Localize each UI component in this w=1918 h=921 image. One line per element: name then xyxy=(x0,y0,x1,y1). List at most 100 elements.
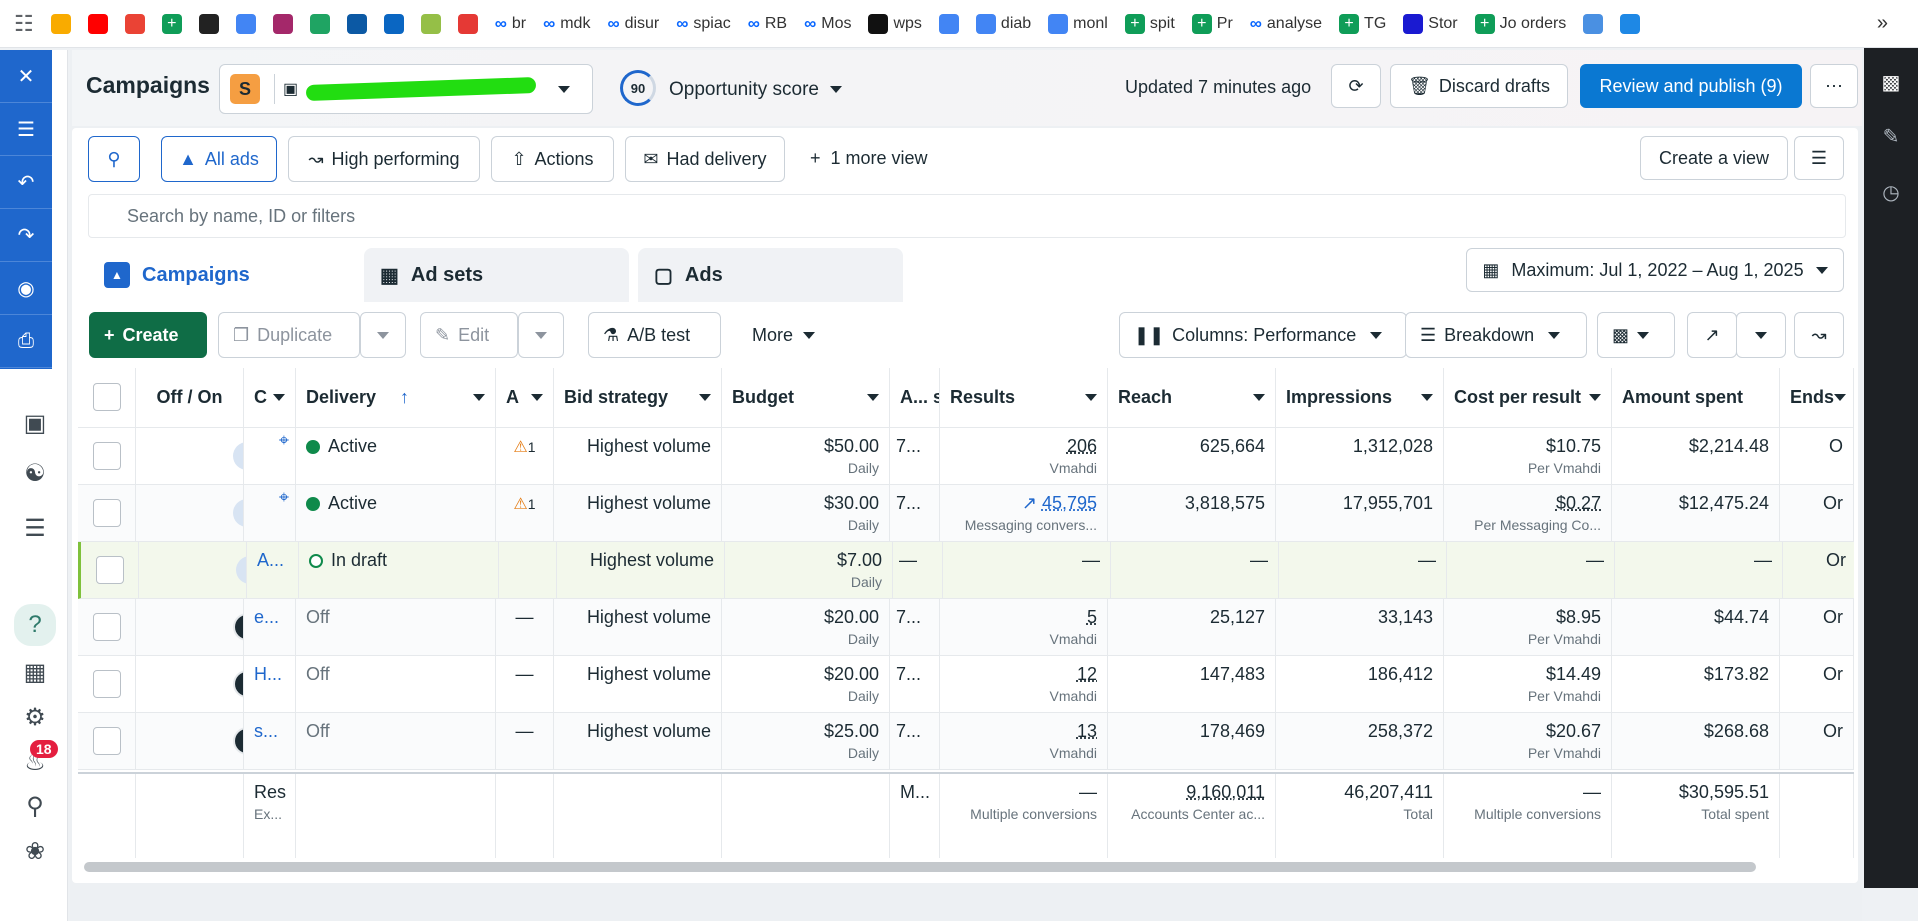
settings-icon[interactable]: ⚙ xyxy=(18,700,52,734)
discard-drafts-button[interactable]: 🗑 Discard drafts xyxy=(1390,64,1568,108)
horizontal-scrollbar[interactable] xyxy=(84,862,1756,872)
bookmark-item[interactable]: monl xyxy=(1048,13,1108,34)
bookmark-item[interactable] xyxy=(346,13,367,34)
row-checkbox[interactable] xyxy=(93,613,121,641)
reports-button[interactable]: ▩ xyxy=(1597,312,1675,358)
table-row[interactable]: ⌖ Active ⚠1 Highest volume $30.00 Daily 7... ↗ … xyxy=(78,485,1854,542)
refresh-button[interactable]: ⟳ xyxy=(1331,64,1381,108)
campaign-name[interactable]: s... xyxy=(254,721,278,741)
bookmark-item[interactable]: wps xyxy=(868,13,922,34)
bookmark-item[interactable]: + Jo orders xyxy=(1474,13,1566,34)
bookmark-item[interactable]: + Pr xyxy=(1191,13,1233,34)
column-header[interactable]: Bid strategy xyxy=(554,368,722,427)
bookmark-item[interactable]: Stor xyxy=(1403,13,1458,34)
bookmark-item[interactable]: + xyxy=(161,13,182,34)
bookmark-item[interactable]: ∞ br xyxy=(495,14,526,34)
row-checkbox[interactable] xyxy=(93,727,121,755)
create-view-button[interactable]: Create a view xyxy=(1640,136,1788,180)
bookmark-item[interactable] xyxy=(124,13,145,34)
view-high-performing[interactable]: ↝ High performing xyxy=(288,136,480,182)
export-button[interactable]: ↗ xyxy=(1687,312,1737,358)
bookmark-item[interactable] xyxy=(235,13,256,34)
bookmarks-overflow-icon[interactable]: » xyxy=(1877,12,1888,35)
search-button[interactable]: ⚲ xyxy=(88,136,140,182)
campaign-toggle[interactable] xyxy=(233,670,243,698)
bookmark-item[interactable]: ∞ mdk xyxy=(543,14,590,34)
bookmark-item[interactable] xyxy=(938,13,959,34)
table-row[interactable]: H... Off — Highest volume $20.00 Daily 7... 12 V… xyxy=(78,656,1854,713)
help-icon[interactable]: ? xyxy=(14,604,56,646)
review-publish-button[interactable]: Review and publish (9) xyxy=(1580,64,1802,108)
campaign-toggle[interactable] xyxy=(233,442,243,470)
column-header[interactable]: Amount spent xyxy=(1612,368,1780,427)
row-checkbox[interactable] xyxy=(93,499,121,527)
reports-icon[interactable]: ▦ xyxy=(18,655,52,689)
view-settings-button[interactable]: ☰ xyxy=(1794,136,1844,180)
charts-button[interactable]: ↝ xyxy=(1794,312,1844,358)
row-checkbox[interactable] xyxy=(93,670,121,698)
campaign-toggle[interactable] xyxy=(233,499,243,527)
column-header[interactable]: A... s... xyxy=(890,368,940,427)
bookmark-item[interactable]: ∞ disur xyxy=(607,14,659,34)
export-dropdown[interactable] xyxy=(1736,312,1786,358)
more-options-button[interactable]: ⋯ xyxy=(1810,64,1858,108)
menu-icon[interactable]: ☰ xyxy=(18,511,52,545)
more-views-link[interactable]: + 1 more view xyxy=(810,148,928,169)
redo-icon[interactable]: ↷ xyxy=(0,209,52,262)
duplicate-dropdown[interactable] xyxy=(360,312,406,358)
campaign-name[interactable]: e... xyxy=(254,607,279,627)
create-button[interactable]: + Create xyxy=(89,312,207,358)
view-all-ads[interactable]: ▲ All ads xyxy=(161,136,277,182)
tab-ads[interactable]: ▢ Ads xyxy=(638,248,903,302)
bookmark-item[interactable] xyxy=(50,13,71,34)
bookmark-item[interactable]: ☷ xyxy=(14,11,34,37)
billing-icon[interactable]: ▣ xyxy=(18,406,52,440)
bookmark-item[interactable]: diab xyxy=(975,13,1031,34)
table-row[interactable]: A... In draft Highest volume $7.00 Daily — — — —… xyxy=(78,542,1854,599)
account-selector[interactable]: S ▣ xyxy=(219,64,593,114)
campaign-toggle[interactable] xyxy=(236,556,246,584)
column-header[interactable]: Cost per result xyxy=(1444,368,1612,427)
chart-icon[interactable]: ▩ xyxy=(1877,68,1905,96)
tab-campaigns[interactable]: ▲ Campaigns xyxy=(88,248,353,302)
camera-icon[interactable]: ◉ xyxy=(0,262,52,315)
bookmark-item[interactable] xyxy=(272,13,293,34)
column-header[interactable]: Results xyxy=(940,368,1108,427)
ab-test-button[interactable]: ⚗ A/B test xyxy=(588,312,721,358)
columns-button[interactable]: ❚❚ Columns: Performance xyxy=(1119,312,1407,358)
table-row[interactable]: ⌖ Active ⚠1 Highest volume $50.00 Daily 7... 20… xyxy=(78,428,1854,485)
bookmark-item[interactable]: ∞ analyse xyxy=(1250,14,1322,34)
undo-icon[interactable]: ↶ xyxy=(0,156,52,209)
print-icon[interactable]: ⎙ xyxy=(0,315,52,368)
bookmark-item[interactable] xyxy=(87,13,108,34)
search-input[interactable]: Search by name, ID or filters xyxy=(88,194,1846,238)
table-row[interactable]: e... Off — Highest volume $20.00 Daily 7... 5 Vm… xyxy=(78,599,1854,656)
pencil-icon[interactable]: ✎ xyxy=(1877,122,1905,150)
edit-dropdown[interactable] xyxy=(518,312,564,358)
bookmark-item[interactable]: ∞ spiac xyxy=(676,14,730,34)
campaign-toggle[interactable] xyxy=(233,727,243,755)
duplicate-button[interactable]: ❐ Duplicate xyxy=(218,312,360,358)
close-icon[interactable]: ✕ xyxy=(0,50,52,103)
bookmark-item[interactable]: ∞ Mos xyxy=(804,14,851,34)
search-icon[interactable]: ⚲ xyxy=(18,789,52,823)
bookmark-item[interactable]: + TG xyxy=(1339,13,1386,34)
campaign-name[interactable]: A... xyxy=(257,550,284,570)
column-header[interactable]: C xyxy=(244,368,296,427)
column-header[interactable]: Impressions xyxy=(1276,368,1444,427)
column-header[interactable]: Off / On xyxy=(136,368,244,427)
bookmark-item[interactable] xyxy=(1620,13,1641,34)
edit-button[interactable]: ✎ Edit xyxy=(420,312,518,358)
column-header[interactable]: Reach xyxy=(1108,368,1276,427)
column-header[interactable]: Delivery ↑ xyxy=(296,368,496,427)
view-had-delivery[interactable]: ✉ Had delivery xyxy=(625,136,785,182)
view-actions[interactable]: ⇧ Actions xyxy=(491,136,614,182)
bookmark-item[interactable] xyxy=(309,13,330,34)
tab-ad-sets[interactable]: ▦ Ad sets xyxy=(364,248,629,302)
table-row[interactable]: s... Off — Highest volume $25.00 Daily 7... 13 V… xyxy=(78,713,1854,770)
more-menu[interactable]: More xyxy=(752,325,816,346)
column-header[interactable]: A xyxy=(496,368,554,427)
column-header[interactable]: Budget xyxy=(722,368,890,427)
row-checkbox[interactable] xyxy=(93,442,121,470)
bookmark-item[interactable] xyxy=(1583,13,1604,34)
